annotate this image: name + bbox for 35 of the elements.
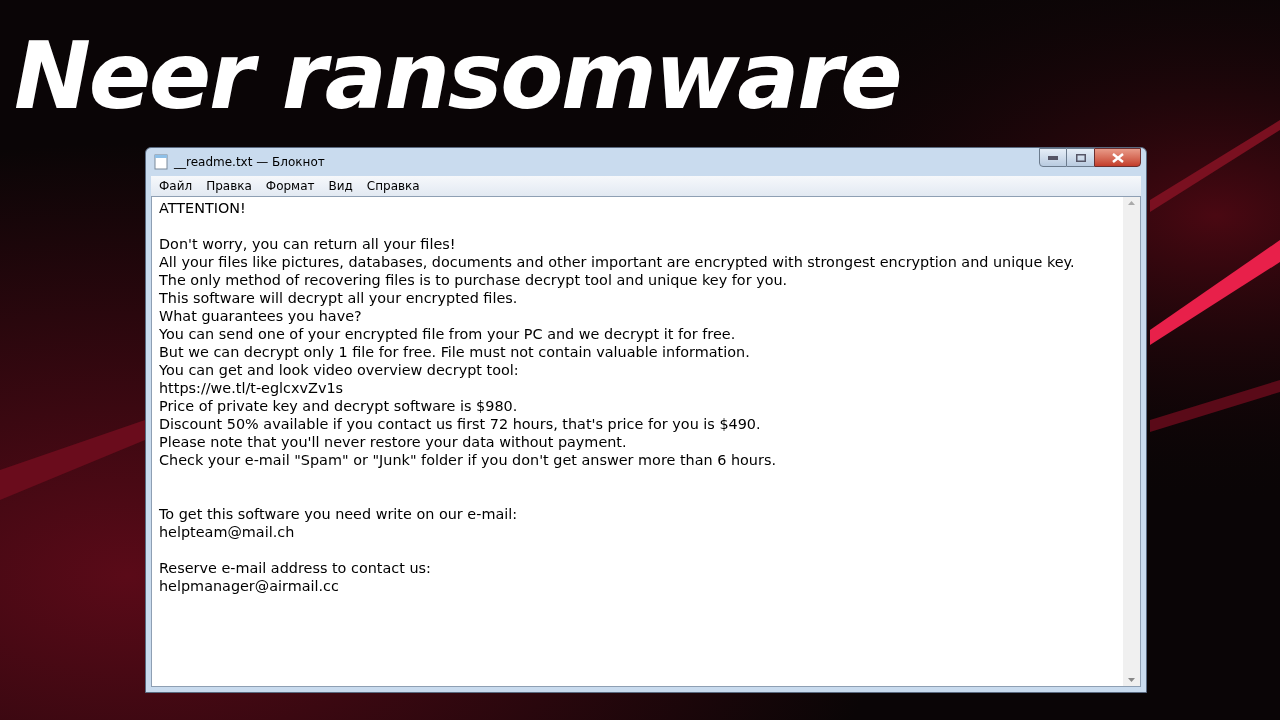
close-icon [1111,152,1124,163]
close-button[interactable] [1094,148,1141,167]
note-line: The only method of recovering files is to purchase decrypt tool and unique key for you. [159,271,788,289]
menu-item[interactable]: Вид [328,177,353,195]
note-line: Reserve e-mail address to contact us: [159,559,431,577]
note-line: What guarantees you have? [159,307,362,325]
note-line: helpmanager@airmail.cc [159,577,339,595]
note-line: https://we.tl/t-eglcxvZv1s [159,379,344,397]
minimize-button[interactable] [1039,148,1067,167]
menu-item[interactable]: Справка [366,177,420,195]
scrollbar[interactable] [1123,197,1140,686]
scroll-down-icon [1128,678,1135,682]
note-line: Check your e-mail "Spam" or "Junk" folder if you don't get answer more than 6 hours. [159,451,776,469]
note-line: Please note that you'll never restore your data without payment. [159,433,627,451]
note-line: Don't worry, you can return all your files! [159,235,456,253]
note-line: But we can decrypt only 1 file for free. File must not contain valuable information. [159,343,750,361]
menu-item[interactable]: Формат [265,177,315,195]
minimize-icon [1048,155,1058,160]
headline: Neer ransomware [14,22,901,132]
note-line: This software will decrypt all your encrypted files. [159,289,518,307]
window-title: __readme.txt — Блокнот [174,154,325,171]
note-line: You can get and look video overview decrypt tool: [159,361,519,379]
scroll-up-icon [1128,201,1135,205]
maximize-button[interactable] [1067,148,1094,167]
note-line: Price of private key and decrypt software is $980. [159,397,518,415]
note-line: You can send one of your encrypted file from your PC and we decrypt it for free. [159,325,736,343]
note-line: Discount 50% available if you contact us first 72 hours, that's price for you is $490. [159,415,761,433]
menu-item[interactable]: Правка [206,177,252,195]
notepad-icon [154,154,168,170]
menu-item[interactable]: Файл [159,177,193,195]
note-line: helpteam@mail.ch [159,523,295,541]
maximize-icon [1075,153,1086,162]
note-line: To get this software you need write on our e-mail: [159,505,518,523]
note-line: All your files like pictures, databases, documents and other important are encrypted with strongest encryption and unique key. [159,253,1075,271]
note-line: ATTENTION! [159,199,246,217]
